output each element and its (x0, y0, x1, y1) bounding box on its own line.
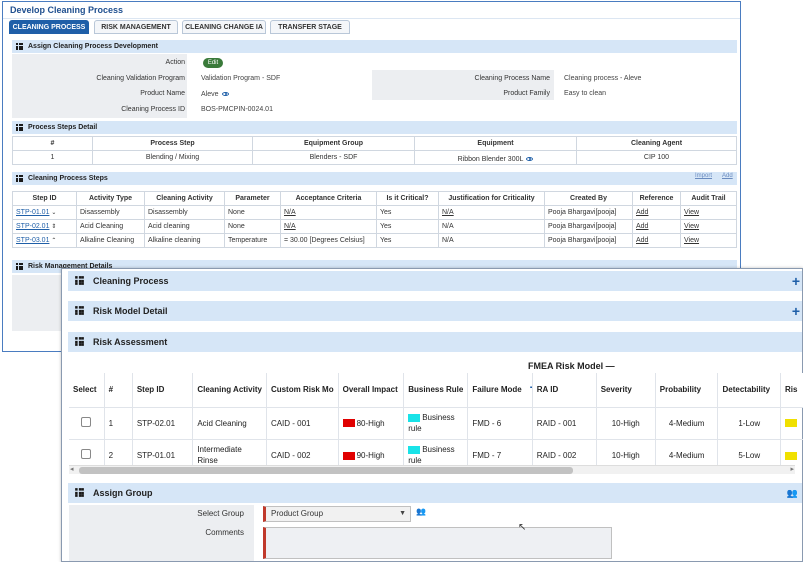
col-header: Process Step (92, 136, 253, 151)
risk-color-swatch (785, 451, 797, 460)
horizontal-scrollbar[interactable]: ◂ ▸ (69, 465, 795, 474)
users-group-icon[interactable]: 👥 (787, 483, 798, 503)
col-header: Select (69, 373, 105, 407)
process-name-label: Cleaning Process Name (474, 75, 550, 82)
risk-model-detail-section-header[interactable]: Risk Model Detail + (68, 301, 802, 321)
tab-cleaning-change-ia[interactable]: CLEANING CHANGE IA (182, 20, 266, 34)
table-row: STP-01.01 ⌄ Disassembly Disassembly None… (12, 205, 737, 220)
chevron-down-icon: ▼ (399, 510, 406, 517)
comments-label: Comments (205, 528, 244, 537)
col-header: Created By (544, 191, 633, 206)
col-header: Equipment (414, 136, 577, 151)
col-header: Parameter (224, 191, 281, 206)
scrollbar-thumb[interactable] (79, 467, 573, 474)
col-header: Activity Type (76, 191, 145, 206)
edit-button[interactable]: Edit (203, 58, 223, 68)
assign-section-header: Assign Cleaning Process Development (12, 40, 737, 53)
grid-icon (16, 175, 23, 182)
expand-plus-icon[interactable]: + (792, 301, 800, 321)
table-row: 1 Blending / Mixing Blenders - SDF Ribbo… (12, 150, 737, 165)
col-header: Custom Risk Mo (266, 373, 339, 407)
select-checkbox[interactable] (81, 417, 92, 427)
section-title: Assign Cleaning Process Development (28, 43, 158, 50)
add-link[interactable]: Add (722, 173, 733, 179)
process-id-value: BOS-PMCPIN-0024.01 (201, 106, 273, 113)
expand-plus-icon[interactable]: + (792, 271, 800, 291)
process-id-label: Cleaning Process ID (121, 106, 185, 113)
grid-icon (16, 43, 23, 50)
action-label: Action (165, 59, 185, 66)
select-checkbox[interactable] (81, 449, 92, 460)
table-row: STP-02.01 ⇕ Acid Cleaning Acid cleaning … (12, 219, 737, 234)
view-eye-icon[interactable] (221, 92, 229, 97)
col-header: Cleaning Activity (192, 373, 267, 407)
col-header: Detectability (717, 373, 781, 407)
impact-color-swatch (342, 451, 355, 460)
col-header: Failure Mode+ (467, 373, 533, 407)
col-header: Ris (780, 373, 803, 407)
import-link[interactable]: Import (695, 173, 712, 179)
mouse-cursor-icon: ↖ (518, 522, 527, 533)
validation-program-value: Validation Program - SDF (201, 75, 281, 82)
rule-color-swatch (408, 446, 421, 455)
risk-assessment-window: Cleaning Process + Risk Model Detail + R… (61, 268, 803, 562)
col-header: Probability (655, 373, 719, 407)
col-header: Reference (632, 191, 681, 206)
risk-color-swatch (785, 419, 797, 428)
view-eye-icon[interactable] (526, 157, 534, 162)
col-header: Step ID (12, 191, 77, 206)
col-header: RA ID (532, 373, 597, 407)
col-header: Business Rule (403, 373, 469, 407)
scroll-right-icon[interactable]: ▸ (790, 465, 794, 473)
tab-cleaning-process[interactable]: CLEANING PROCESS (9, 20, 89, 34)
col-header: # (104, 373, 133, 407)
product-name-value: Aleve (201, 91, 229, 98)
assign-group-section-header: Assign Group 👥 (68, 483, 802, 503)
col-header: Audit Trail (680, 191, 737, 206)
grid-icon (75, 276, 84, 285)
add-group-icon[interactable]: 👥 (416, 507, 426, 516)
cleaning-steps-header: Cleaning Process Steps (12, 172, 737, 185)
grid-icon (75, 488, 84, 497)
label-column (12, 275, 64, 331)
window-title: Develop Cleaning Process (3, 2, 740, 19)
col-header: # (12, 136, 93, 151)
product-name-label: Product Name (140, 90, 185, 97)
product-family-label: Product Family (503, 90, 550, 97)
table-row: 1 STP-02.01 Acid Cleaning CAID - 001 80-… (69, 406, 803, 439)
col-header: Overall Impact (338, 373, 405, 407)
fmea-risk-model-label: FMEA Risk Model — (528, 361, 615, 371)
validation-program-label: Cleaning Validation Program (96, 75, 185, 82)
table-row: STP-03.01 ⌃ Alkaline Cleaning Alkaline c… (12, 233, 737, 248)
select-group-label: Select Group (197, 509, 244, 518)
cleaning-process-section-header[interactable]: Cleaning Process + (68, 271, 802, 291)
col-header: Justification for Criticality (438, 191, 545, 206)
process-name-value: Cleaning process - Aleve (564, 75, 642, 82)
col-header: Cleaning Agent (576, 136, 737, 151)
cleaning-steps-table: Step ID Activity Type Cleaning Activity … (12, 191, 737, 248)
select-group-dropdown[interactable]: Product Group ▼ (263, 506, 411, 522)
col-header: Equipment Group (252, 136, 415, 151)
col-header: Step ID (132, 373, 194, 407)
risk-assessment-table: Select # Step ID Cleaning Activity Custo… (69, 373, 803, 471)
col-header: Acceptance Criteria (280, 191, 377, 206)
col-header: Is it Critical? (376, 191, 439, 206)
add-plus-icon[interactable]: + (530, 379, 532, 395)
scroll-left-icon[interactable]: ◂ (70, 465, 74, 473)
tab-risk-management[interactable]: RISK MANAGEMENT (94, 20, 178, 34)
risk-assessment-section-header: Risk Assessment (68, 332, 802, 352)
comments-textarea[interactable] (263, 527, 612, 559)
steps-detail-table: # Process Step Equipment Group Equipment… (12, 136, 737, 165)
grid-icon (16, 263, 23, 270)
grid-icon (16, 124, 23, 131)
tab-transfer-stage[interactable]: TRANSFER STAGE (270, 20, 350, 34)
product-family-value: Easy to clean (564, 90, 607, 97)
col-header: Cleaning Activity (144, 191, 225, 206)
impact-color-swatch (342, 419, 355, 428)
col-header: Severity (596, 373, 656, 407)
grid-icon (75, 306, 84, 315)
rule-color-swatch (408, 413, 421, 422)
steps-detail-header: Process Steps Detail (12, 121, 737, 134)
grid-icon (75, 337, 84, 346)
